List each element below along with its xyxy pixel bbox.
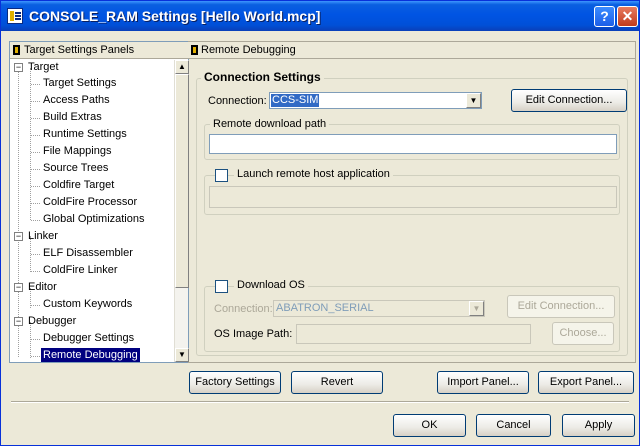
tree-item-debugger-settings[interactable]: Debugger Settings <box>43 331 134 347</box>
connection-select-value: CCS-SIM <box>271 94 320 107</box>
panel-header-label: Remote Debugging <box>201 44 296 56</box>
scroll-up-icon: ▲ <box>178 62 186 71</box>
tree-item-source-trees[interactable]: Source Trees <box>43 161 108 177</box>
apply-button[interactable]: Apply <box>562 414 635 437</box>
panel-icon <box>191 45 198 55</box>
factory-settings-button[interactable]: Factory Settings <box>189 371 281 394</box>
tree-connector <box>31 101 40 102</box>
os-edit-connection-button[interactable]: Edit Connection... <box>507 295 615 318</box>
remote-download-path-input[interactable] <box>209 134 617 154</box>
tree-connector <box>18 71 19 357</box>
tree-connector <box>31 305 40 306</box>
tree-connector <box>31 203 40 204</box>
os-connection-label: Connection: <box>214 303 273 315</box>
os-connection-select-value: ABATRON_SERIAL <box>276 302 374 314</box>
tree-item-remote-debugging[interactable]: Remote Debugging <box>41 348 140 362</box>
help-button[interactable]: ? <box>594 6 615 27</box>
scroll-down-button[interactable]: ▼ <box>175 348 189 362</box>
tree-item-custom-keywords[interactable]: Custom Keywords <box>43 297 132 313</box>
launch-remote-host-checkbox[interactable] <box>215 169 228 182</box>
os-image-path-label: OS Image Path: <box>214 328 293 340</box>
settings-panel: Remote Debugging Connection Settings Con… <box>188 41 636 363</box>
remote-host-application-input[interactable] <box>209 186 617 208</box>
tree-item-coldfire-linker[interactable]: ColdFire Linker <box>43 263 118 279</box>
remote-download-path-title: Remote download path <box>210 118 330 130</box>
close-button[interactable]: ✕ <box>617 6 638 27</box>
os-connection-select[interactable]: ABATRON_SERIAL ▼ <box>273 300 485 317</box>
export-panel-button[interactable]: Export Panel... <box>538 371 634 394</box>
collapse-glyph: − <box>15 62 22 72</box>
tree-header-label: Target Settings Panels <box>24 44 135 56</box>
import-panel-button[interactable]: Import Panel... <box>437 371 529 394</box>
download-os-label[interactable]: Download OS <box>234 279 308 291</box>
chevron-down-icon[interactable]: ▼ <box>466 93 481 108</box>
settings-tree: − Target Target Settings Access Paths Bu… <box>10 60 174 362</box>
app-icon <box>7 8 23 24</box>
panel-header: Remote Debugging <box>188 42 635 59</box>
connection-settings-title: Connection Settings <box>201 70 324 84</box>
tree-item-coldfire-processor[interactable]: ColdFire Processor <box>43 195 137 211</box>
tree-item-debugger[interactable]: Debugger <box>28 314 76 330</box>
download-os-checkbox[interactable] <box>215 280 228 293</box>
expand-toggle-linker[interactable]: − <box>14 232 23 241</box>
expand-toggle-debugger[interactable]: − <box>14 317 23 326</box>
tree-connector <box>31 169 40 170</box>
tree-connector <box>31 152 40 153</box>
settings-window: CONSOLE_RAM Settings [Hello World.mcp] ?… <box>0 0 640 446</box>
choose-button[interactable]: Choose... <box>552 322 614 345</box>
tree-item-linker[interactable]: Linker <box>28 229 58 245</box>
collapse-glyph: − <box>15 231 22 241</box>
tree-connector <box>31 186 40 187</box>
tree-item-runtime-settings[interactable]: Runtime Settings <box>43 127 127 143</box>
tree-item-coldfire-target[interactable]: Coldfire Target <box>43 178 114 194</box>
collapse-glyph: − <box>15 316 22 326</box>
expand-toggle-target[interactable]: − <box>14 63 23 72</box>
window-title: CONSOLE_RAM Settings [Hello World.mcp] <box>29 8 321 24</box>
tree-scrollbar[interactable]: ▲ ▼ <box>174 60 189 362</box>
ok-button[interactable]: OK <box>393 414 466 437</box>
connection-select[interactable]: CCS-SIM ▼ <box>269 92 482 109</box>
tree-connector <box>31 339 40 340</box>
tree-item-access-paths[interactable]: Access Paths <box>43 93 110 109</box>
settings-tree-panel: Target Settings Panels − Target Target S… <box>9 41 189 363</box>
panel-icon <box>13 45 20 55</box>
tree-connector <box>31 254 40 255</box>
cancel-button[interactable]: Cancel <box>476 414 551 437</box>
edit-connection-button[interactable]: Edit Connection... <box>511 89 627 112</box>
tree-item-target[interactable]: Target <box>28 60 59 76</box>
tree-item-target-settings[interactable]: Target Settings <box>43 76 116 92</box>
connection-label: Connection: <box>208 95 267 107</box>
scroll-up-button[interactable]: ▲ <box>175 60 189 74</box>
tree-item-editor[interactable]: Editor <box>28 280 57 296</box>
tree-connector <box>31 118 40 119</box>
tree-item-build-extras[interactable]: Build Extras <box>43 110 102 126</box>
collapse-glyph: − <box>15 282 22 292</box>
tree-item-global-optimizations[interactable]: Global Optimizations <box>43 212 145 228</box>
tree-item-file-mappings[interactable]: File Mappings <box>43 144 111 160</box>
launch-remote-host-label[interactable]: Launch remote host application <box>234 168 393 180</box>
os-image-path-input[interactable] <box>296 324 531 344</box>
dropdown-glyph: ▼ <box>469 96 478 105</box>
tree-connector <box>30 68 31 220</box>
title-bar[interactable]: CONSOLE_RAM Settings [Hello World.mcp] ?… <box>1 1 639 31</box>
expand-toggle-editor[interactable]: − <box>14 283 23 292</box>
tree-header: Target Settings Panels <box>10 42 188 59</box>
chevron-down-icon[interactable]: ▼ <box>469 301 484 316</box>
dropdown-glyph: ▼ <box>472 304 481 313</box>
scroll-down-icon: ▼ <box>178 350 186 359</box>
tree-connector <box>31 220 40 221</box>
tree-connector <box>31 356 40 357</box>
revert-button[interactable]: Revert <box>291 371 383 394</box>
tree-connector <box>31 271 40 272</box>
tree-item-elf-disassembler[interactable]: ELF Disassembler <box>43 246 133 262</box>
tree-connector <box>31 135 40 136</box>
tree-connector <box>31 84 40 85</box>
scroll-thumb[interactable] <box>175 74 189 288</box>
separator <box>11 401 629 403</box>
